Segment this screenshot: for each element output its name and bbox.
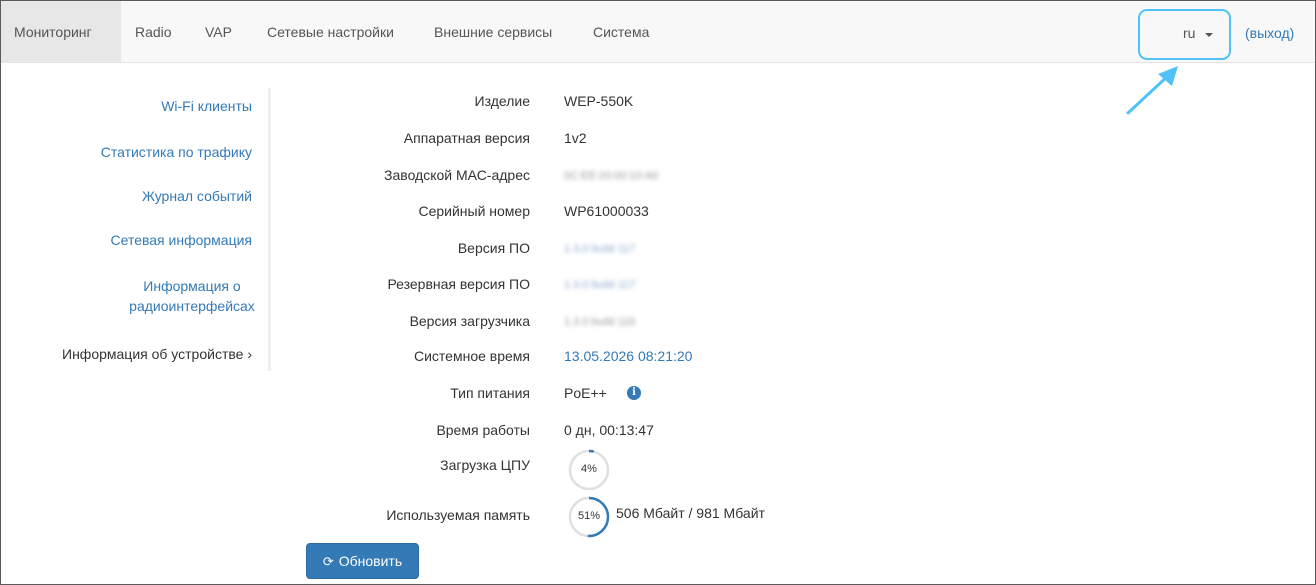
label-bootloader: Версия загрузчика xyxy=(409,313,530,329)
value-product: WEP-550K xyxy=(564,93,634,109)
annotation-arrow-icon xyxy=(1126,66,1178,115)
tab-vap[interactable]: VAP xyxy=(205,1,232,62)
label-cpu-load: Загрузка ЦПУ xyxy=(440,457,530,473)
value-system-time[interactable]: 13.05.2026 08:21:20 xyxy=(564,348,692,364)
top-navbar: Мониторинг Radio VAP Сетевые настройки В… xyxy=(1,1,1315,63)
logout-link[interactable]: (выход) xyxy=(1245,25,1294,41)
label-serial-number: Серийный номер xyxy=(418,203,530,219)
value-bootloader: 1.3.0 build 116 xyxy=(564,316,636,328)
value-hw-version: 1v2 xyxy=(564,130,587,146)
language-selector[interactable]: ru xyxy=(1183,25,1195,41)
tab-radio[interactable]: Radio xyxy=(135,1,172,62)
label-system-time: Системное время xyxy=(413,348,530,364)
sidebar-item-radio-info-line2: радиоинтерфейсах xyxy=(129,298,255,314)
value-fw-backup[interactable]: 1.3.0 build 117 xyxy=(564,279,635,291)
tab-system[interactable]: Система xyxy=(593,1,649,62)
sidebar-item-device-info-label: Информация об устройстве xyxy=(62,346,244,362)
label-fw-version: Версия ПО xyxy=(457,240,530,256)
label-uptime: Время работы xyxy=(436,422,530,438)
value-fw-version[interactable]: 1.3.0 build 117 xyxy=(564,243,635,255)
value-uptime: 0 дн, 00:13:47 xyxy=(564,422,654,438)
label-power-type: Тип питания xyxy=(450,385,530,401)
sidebar-item-traffic-stats[interactable]: Статистика по трафику xyxy=(101,142,252,162)
sidebar-item-wifi-clients[interactable]: Wi-Fi клиенты xyxy=(161,96,252,116)
sidebar-item-radio-info-line1: Информация о xyxy=(143,278,241,294)
memory-usage-percent: 51% xyxy=(577,510,601,522)
sidebar-item-radio-info[interactable]: Информация о радиоинтерфейсах xyxy=(117,276,267,316)
label-hw-version: Аппаратная версия xyxy=(403,130,530,146)
value-power-type: PoE++ xyxy=(564,385,607,401)
refresh-button-label: Обновить xyxy=(338,553,403,569)
refresh-icon: ⟳ xyxy=(322,553,334,569)
label-fw-backup: Резервная версия ПО xyxy=(387,276,530,292)
memory-usage-detail: 506 Мбайт / 981 Мбайт xyxy=(616,505,765,521)
info-icon[interactable]: i xyxy=(627,386,641,400)
sidebar-divider xyxy=(268,88,271,371)
sidebar-item-device-info[interactable]: Информация об устройстве › xyxy=(62,344,252,364)
label-product: Изделие xyxy=(474,93,530,109)
tab-external-services[interactable]: Внешние сервисы xyxy=(434,1,552,62)
tab-network-settings[interactable]: Сетевые настройки xyxy=(267,1,394,62)
label-mac-address: Заводской МАС-адрес xyxy=(384,167,530,183)
label-memory-usage: Используемая память xyxy=(386,507,530,523)
chevron-right-icon: › xyxy=(247,346,252,362)
value-serial-number: WP61000033 xyxy=(564,203,649,219)
tab-monitoring[interactable]: Мониторинг xyxy=(1,1,121,62)
sidebar-item-network-info[interactable]: Сетевая информация xyxy=(111,230,252,250)
value-mac-address: 0C:EE:20:00:10:A0 xyxy=(564,170,659,182)
sidebar-item-event-log[interactable]: Журнал событий xyxy=(142,186,252,206)
chevron-down-icon[interactable] xyxy=(1205,33,1213,37)
refresh-button[interactable]: ⟳ Обновить xyxy=(306,543,419,579)
cpu-load-text: 4% xyxy=(581,463,597,475)
